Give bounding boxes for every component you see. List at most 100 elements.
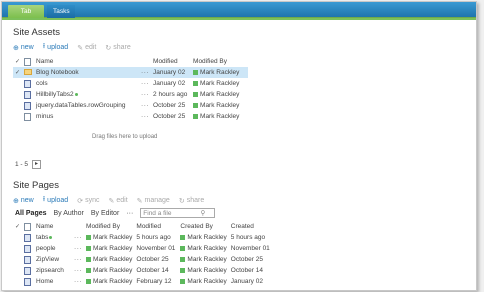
page-name-link[interactable]: people bbox=[34, 243, 72, 254]
column-name[interactable]: Name bbox=[34, 221, 72, 232]
page-icon bbox=[24, 277, 32, 286]
presence-icon bbox=[86, 245, 92, 251]
edit-button[interactable]: ✎ edit bbox=[108, 197, 127, 205]
presence-icon bbox=[180, 278, 186, 284]
page-name-link[interactable]: ZipView bbox=[34, 254, 72, 265]
file-name-link[interactable]: Blog Notebook bbox=[34, 67, 140, 78]
site-assets-title[interactable]: Site Assets bbox=[13, 27, 60, 38]
ellipsis-menu-button[interactable]: ··· bbox=[139, 100, 151, 111]
table-row[interactable]: ✓ Blog Notebook ··· January 02 Mark Rack… bbox=[13, 67, 248, 78]
upload-button[interactable]: ⭱ upload bbox=[43, 42, 68, 53]
presence-icon bbox=[193, 113, 199, 119]
user-link[interactable]: Mark Rackley bbox=[200, 80, 239, 87]
presence-icon bbox=[86, 256, 92, 262]
view-all-pages[interactable]: All Pages bbox=[15, 210, 47, 217]
view-by-author[interactable]: By Author bbox=[54, 210, 84, 217]
share-icon: ↻ bbox=[105, 44, 112, 52]
doc-type-column-icon bbox=[22, 221, 34, 232]
share-button[interactable]: ↻ share bbox=[179, 197, 204, 205]
column-name[interactable]: Name bbox=[34, 56, 139, 67]
user-link[interactable]: Mark Rackley bbox=[93, 245, 132, 252]
ellipsis-menu-button[interactable]: ··· bbox=[72, 265, 84, 276]
user-link[interactable]: Mark Rackley bbox=[187, 256, 226, 263]
file-name-link[interactable]: cols bbox=[34, 78, 139, 89]
tab-tab-title[interactable]: Tab Title bbox=[8, 5, 44, 28]
user-link[interactable]: Mark Rackley bbox=[200, 91, 239, 98]
more-views-button[interactable]: ··· bbox=[126, 210, 133, 217]
column-modified[interactable]: Modified bbox=[151, 56, 191, 67]
presence-icon bbox=[86, 234, 92, 240]
table-row[interactable]: tabs ··· Mark Rackley 5 hours ago Mark R… bbox=[13, 232, 283, 243]
table-row[interactable]: zipsearch ··· Mark Rackley October 14 Ma… bbox=[13, 265, 283, 276]
select-all-checkbox[interactable]: ✓ bbox=[13, 56, 22, 67]
table-row[interactable]: ZipView ··· Mark Rackley October 25 Mark… bbox=[13, 254, 283, 265]
user-link[interactable]: Mark Rackley bbox=[187, 278, 226, 285]
upload-button[interactable]: ⭱ upload bbox=[43, 195, 68, 206]
share-icon: ↻ bbox=[178, 197, 185, 205]
user-link[interactable]: Mark Rackley bbox=[187, 234, 226, 241]
column-modified-by[interactable]: Modified By bbox=[191, 56, 248, 67]
ellipsis-menu-button[interactable]: ··· bbox=[139, 111, 151, 122]
ellipsis-menu-button[interactable]: ··· bbox=[72, 254, 84, 265]
table-row[interactable]: HillbillyTabs2 ··· 2 hours ago Mark Rack… bbox=[13, 89, 248, 100]
sync-icon: ⟳ bbox=[77, 197, 84, 205]
file-name-link[interactable]: HillbillyTabs2 bbox=[36, 91, 74, 98]
ellipsis-menu-button[interactable]: ··· bbox=[72, 276, 84, 287]
page-icon bbox=[24, 244, 32, 253]
ellipsis-menu-button[interactable]: ··· bbox=[139, 89, 151, 100]
column-created-by[interactable]: Created By bbox=[178, 221, 228, 232]
user-link[interactable]: Mark Rackley bbox=[93, 267, 132, 274]
ellipsis-menu-button[interactable]: ··· bbox=[139, 67, 152, 78]
page-name-link[interactable]: tabs bbox=[36, 234, 48, 241]
ellipsis-menu-button[interactable]: ··· bbox=[72, 232, 84, 243]
pager: 1 - 5 ▸ bbox=[15, 160, 42, 169]
manage-icon: ✎ bbox=[136, 197, 143, 205]
document-icon bbox=[24, 90, 32, 99]
page-name-link[interactable]: Home bbox=[34, 276, 72, 287]
ellipsis-menu-button[interactable]: ··· bbox=[139, 78, 151, 89]
user-link[interactable]: Mark Rackley bbox=[93, 256, 132, 263]
column-modified-by[interactable]: Modified By bbox=[84, 221, 134, 232]
user-link[interactable]: Mark Rackley bbox=[200, 102, 239, 109]
table-row[interactable]: cols ··· January 02 Mark Rackley bbox=[13, 78, 248, 89]
file-name-link[interactable]: jquery.dataTables.rowGrouping bbox=[34, 100, 139, 111]
select-all-checkbox[interactable]: ✓ bbox=[13, 221, 22, 232]
page-name-link[interactable]: zipsearch bbox=[34, 265, 72, 276]
user-link[interactable]: Mark Rackley bbox=[93, 234, 132, 241]
presence-icon bbox=[193, 91, 199, 97]
share-button[interactable]: ↻ share bbox=[105, 44, 130, 52]
file-name-link[interactable]: minus bbox=[34, 111, 139, 122]
table-row[interactable]: minus ··· October 25 Mark Rackley bbox=[13, 111, 248, 122]
page-icon bbox=[24, 255, 32, 264]
user-link[interactable]: Mark Rackley bbox=[187, 267, 226, 274]
edit-button[interactable]: ✎ edit bbox=[77, 44, 96, 52]
new-button[interactable]: ⊕ new bbox=[13, 197, 34, 205]
edit-icon: ✎ bbox=[108, 197, 115, 205]
site-pages-title[interactable]: Site Pages bbox=[13, 180, 59, 191]
next-page-icon[interactable]: ▸ bbox=[32, 160, 42, 169]
table-row[interactable]: jquery.dataTables.rowGrouping ··· Octobe… bbox=[13, 100, 248, 111]
search-icon[interactable]: ⚲ bbox=[201, 209, 206, 217]
find-file-search-box[interactable]: Find a file ⚲ bbox=[140, 208, 216, 218]
manage-button[interactable]: ✎ manage bbox=[137, 197, 170, 205]
user-link[interactable]: Mark Rackley bbox=[93, 278, 132, 285]
presence-icon bbox=[180, 234, 186, 240]
ellipsis-menu-button[interactable]: ··· bbox=[72, 243, 84, 254]
new-button[interactable]: ⊕ new bbox=[13, 44, 34, 52]
table-row[interactable]: people ··· Mark Rackley November 01 Mark… bbox=[13, 243, 283, 254]
sync-button[interactable]: ⟳ sync bbox=[77, 197, 99, 205]
view-by-editor[interactable]: By Editor bbox=[91, 210, 119, 217]
tab-tasks[interactable]: Tasks bbox=[47, 5, 75, 18]
user-link[interactable]: Mark Rackley bbox=[200, 113, 239, 120]
column-modified[interactable]: Modified bbox=[134, 221, 178, 232]
column-created[interactable]: Created bbox=[229, 221, 283, 232]
user-link[interactable]: Mark Rackley bbox=[187, 245, 226, 252]
user-link[interactable]: Mark Rackley bbox=[200, 69, 239, 76]
presence-icon bbox=[193, 69, 199, 75]
presence-icon bbox=[193, 80, 199, 86]
tab-bar: Tab Title Tasks bbox=[2, 2, 476, 28]
document-icon bbox=[24, 79, 32, 88]
presence-icon bbox=[180, 267, 186, 273]
table-row[interactable]: Home ··· Mark Rackley February 12 Mark R… bbox=[13, 276, 283, 287]
row-checkbox[interactable]: ✓ bbox=[13, 67, 23, 78]
